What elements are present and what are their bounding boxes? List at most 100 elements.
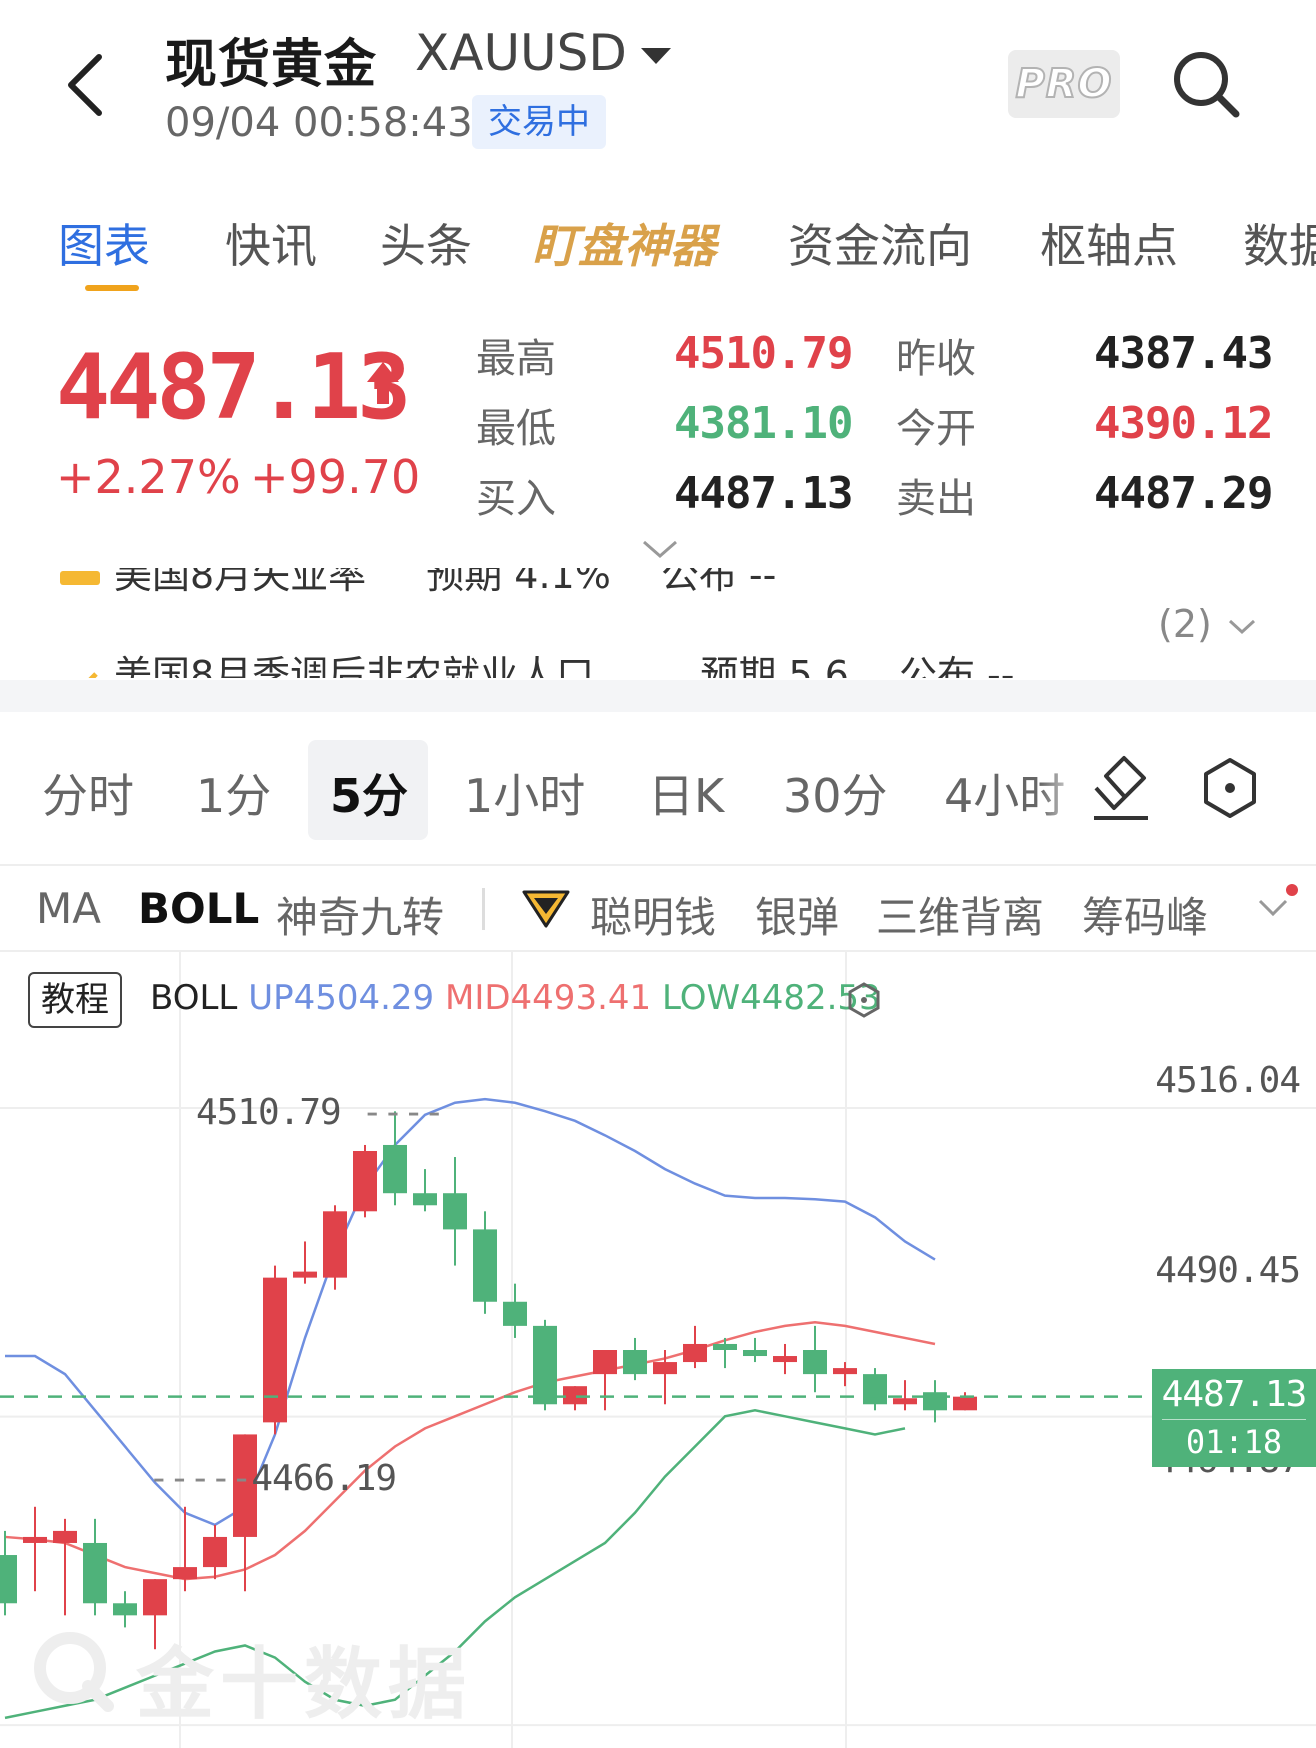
candle-body <box>83 1542 107 1604</box>
trend-icon <box>60 663 100 678</box>
candle-body <box>293 1271 317 1278</box>
candles <box>0 1111 977 1650</box>
header: 现货黄金 XAUUSD 09/04 00:58:43 交易中 PRO <box>0 0 1316 175</box>
ticker-item[interactable]: 美国8月季调后非农就业人口... 预期 5.6 公布 -- <box>60 644 1014 678</box>
label-bid: 买入 <box>476 476 556 522</box>
tab-pivot-points[interactable]: 枢轴点 <box>1040 210 1178 276</box>
candle-body <box>383 1144 407 1194</box>
value-high: 4510.79 <box>674 328 853 379</box>
boll-settings-icon[interactable] <box>846 982 882 1018</box>
candle-body <box>713 1343 737 1350</box>
candle-body <box>533 1325 557 1405</box>
value-prev-close: 4387.43 <box>1094 328 1273 379</box>
candlestick-chart[interactable]: 金十数据 教程 BOLL UP4504.29 MID4493.41 LOW448… <box>0 952 1316 1748</box>
boll-legend-name: BOLL <box>150 978 238 1018</box>
candle-body <box>773 1356 797 1363</box>
period-daily[interactable]: 日K <box>648 760 724 826</box>
chevron-down-icon[interactable] <box>1228 618 1256 636</box>
pro-button[interactable]: PRO <box>1008 50 1120 118</box>
candle-body <box>263 1277 287 1423</box>
tab-headlines[interactable]: 头条 <box>380 210 472 276</box>
ticker-text: 美国8月失业率 <box>114 568 367 597</box>
visible-high-label: 4510.79 ---- <box>196 1092 445 1133</box>
candle-body <box>743 1350 767 1357</box>
tab-monitor-tool[interactable]: 盯盘神器 <box>532 210 716 276</box>
tab-capital-flow[interactable]: 资金流向 <box>788 210 972 276</box>
symbol-selector[interactable]: XAUUSD <box>415 24 671 82</box>
period-30m[interactable]: 30分 <box>783 760 888 826</box>
candle-body <box>173 1567 197 1580</box>
drawing-tool-icon[interactable] <box>1090 752 1152 822</box>
label-prev-close: 昨收 <box>896 336 976 382</box>
diamond-icon <box>522 890 570 928</box>
last-price: 4487.13 <box>56 335 411 440</box>
tab-data[interactable]: 数据 <box>1243 210 1316 276</box>
chevron-left-icon <box>68 54 102 116</box>
search-icon[interactable] <box>1168 46 1244 122</box>
tab-flash-news[interactable]: 快讯 <box>225 210 317 276</box>
indicator-td-sequential[interactable]: 神奇九转 <box>276 884 444 945</box>
leader-dashes: ---- <box>361 1092 445 1133</box>
main-tabs: 图表 快讯 头条 盯盘神器 资金流向 枢轴点 数据 <box>0 200 1316 300</box>
value-ask: 4487.29 <box>1094 468 1273 519</box>
candle-body <box>353 1151 377 1212</box>
value-bid: 4487.13 <box>674 468 853 519</box>
indicator-smart-money[interactable]: 聪明钱 <box>590 884 716 945</box>
section-divider <box>0 680 1316 712</box>
indicator-ma[interactable]: MA <box>36 884 101 933</box>
candle-body <box>833 1368 857 1375</box>
visible-high-value: 4510.79 <box>196 1092 342 1133</box>
back-button[interactable] <box>50 45 120 125</box>
period-1m[interactable]: 1分 <box>196 760 271 826</box>
scroll-fade <box>1040 742 1084 842</box>
candle-body <box>563 1386 587 1405</box>
candle-body <box>683 1343 707 1363</box>
candle-body <box>863 1374 887 1405</box>
period-timeline[interactable]: 分时 <box>42 760 134 826</box>
candle-body <box>113 1603 137 1616</box>
tutorial-button[interactable]: 教程 <box>28 972 122 1028</box>
symbol-label: XAUUSD <box>415 24 627 82</box>
divider <box>482 888 485 930</box>
period-1h[interactable]: 1小时 <box>464 760 585 826</box>
caret-down-icon <box>640 48 671 64</box>
candle-body <box>53 1530 77 1543</box>
indicator-silver-bullet[interactable]: 银弹 <box>755 884 839 945</box>
period-5m[interactable]: 5分 <box>330 760 408 826</box>
last-price-tag-value: 4487.13 <box>1161 1373 1308 1415</box>
candle-body <box>653 1362 677 1375</box>
jin10-logo-icon <box>34 1632 114 1712</box>
candle-body <box>593 1350 617 1375</box>
visible-low-value: 4466.19 <box>251 1458 397 1499</box>
candle-body <box>413 1193 437 1206</box>
candle-body <box>953 1396 977 1411</box>
chevron-down-icon[interactable] <box>1258 898 1288 918</box>
candle-body <box>893 1398 917 1405</box>
dash-icon <box>60 570 100 585</box>
ticker-item[interactable]: 美国8月失业率 预期 4.1% 公布 -- <box>60 568 776 599</box>
chevron-down-icon[interactable] <box>640 538 680 562</box>
ticker-count[interactable]: (2) <box>1158 602 1212 646</box>
boll-legend: BOLL UP4504.29 MID4493.41 LOW4482.53 <box>150 978 881 1018</box>
value-low: 4381.10 <box>674 398 853 449</box>
candle-body <box>623 1350 647 1375</box>
notification-dot <box>1286 884 1298 896</box>
indicator-chip-peak[interactable]: 筹码峰 <box>1082 884 1208 945</box>
visible-low-label: -----4466.19 <box>148 1458 397 1499</box>
watermark: 金十数据 <box>136 1640 473 1730</box>
indicator-boll[interactable]: BOLL <box>138 884 259 933</box>
candle-body <box>473 1229 497 1302</box>
period-selector: 分时 1分 5分 1小时 日K 30分 4小时 <box>0 712 1316 866</box>
indicator-selector: MA BOLL 神奇九转 聪明钱 银弹 三维背离 筹码峰 <box>0 866 1316 952</box>
candle-body <box>923 1392 947 1411</box>
boll-legend-up: UP4504.29 <box>248 978 435 1018</box>
tab-chart[interactable]: 图表 <box>58 210 150 276</box>
settings-hexagon-icon[interactable] <box>1198 756 1262 820</box>
candle-body <box>203 1536 227 1568</box>
status-badge: 交易中 <box>472 95 606 149</box>
arrow-up-icon <box>367 362 399 404</box>
change-amount: +99.70 <box>250 450 421 504</box>
candle-body <box>503 1301 527 1326</box>
tab-active-indicator <box>85 285 139 291</box>
indicator-3d-divergence[interactable]: 三维背离 <box>876 884 1044 945</box>
